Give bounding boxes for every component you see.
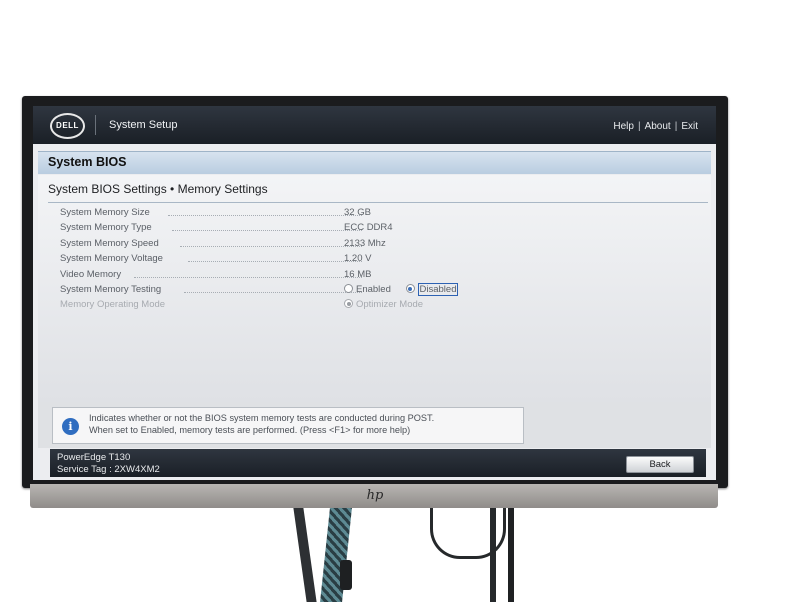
setting-label: System Memory Speed bbox=[60, 238, 159, 249]
help-box: i Indicates whether or not the BIOS syst… bbox=[52, 407, 524, 444]
page-header: System BIOS bbox=[38, 151, 711, 174]
cable-clip bbox=[340, 560, 352, 590]
leader-dots bbox=[172, 230, 362, 231]
footer-bar: PowerEdge T130 Service Tag : 2XW4XM2 Bac… bbox=[50, 449, 706, 477]
info-icon: i bbox=[62, 418, 79, 435]
cable bbox=[490, 508, 496, 602]
top-nav: Help | About | Exit bbox=[613, 121, 698, 132]
about-link[interactable]: About bbox=[645, 121, 671, 132]
nav-separator: | bbox=[674, 121, 678, 132]
bios-screen: DELL System Setup Help | About | Exit System… bbox=[33, 106, 716, 480]
leader-dots bbox=[188, 261, 362, 262]
nav-separator: | bbox=[637, 121, 641, 132]
setting-value: 32 GB bbox=[344, 207, 371, 218]
radio-checked-icon bbox=[344, 299, 353, 308]
setting-row-memory-voltage: System Memory Voltage 1.20 V bbox=[60, 253, 700, 268]
setting-label: System Memory Testing bbox=[60, 284, 162, 295]
radio-checked-icon[interactable] bbox=[405, 284, 415, 293]
setting-row-video-memory: Video Memory 16 MB bbox=[60, 269, 700, 284]
radio-unchecked-icon[interactable] bbox=[344, 284, 353, 293]
divider bbox=[95, 115, 96, 135]
setting-label: System Memory Voltage bbox=[60, 253, 163, 264]
setting-row-memory-testing: System Memory Testing Enabled Disabled bbox=[60, 283, 700, 299]
radio-label: Disabled bbox=[417, 283, 459, 296]
radio-label: Enabled bbox=[356, 284, 391, 295]
radio-label: Optimizer Mode bbox=[356, 299, 424, 310]
cable bbox=[508, 508, 514, 602]
setting-value: ECC DDR4 bbox=[344, 222, 393, 233]
help-line: Indicates whether or not the BIOS system… bbox=[89, 413, 435, 423]
radio-option-enabled[interactable]: Enabled bbox=[344, 284, 391, 295]
settings-panel: System BIOS Settings • Memory Settings S… bbox=[38, 175, 711, 402]
page-title: System BIOS bbox=[48, 155, 127, 169]
breadcrumb: System BIOS Settings • Memory Settings bbox=[48, 182, 268, 196]
setting-row-memory-size: System Memory Size 32 GB bbox=[60, 207, 700, 222]
system-model: PowerEdge T130 bbox=[57, 452, 131, 463]
setting-value: 1.20 V bbox=[344, 253, 372, 264]
cable bbox=[293, 508, 317, 602]
app-title: System Setup bbox=[109, 119, 178, 131]
setting-value: 16 MB bbox=[344, 269, 372, 280]
service-tag: Service Tag : 2XW4XM2 bbox=[57, 464, 160, 475]
setting-label: System Memory Type bbox=[60, 222, 152, 233]
memory-testing-radio-group: Enabled Disabled bbox=[344, 283, 470, 296]
leader-dots bbox=[180, 246, 362, 247]
dell-logo-icon: DELL bbox=[50, 113, 85, 139]
operating-mode-radio-group: Optimizer Mode bbox=[344, 299, 435, 310]
divider bbox=[48, 202, 708, 203]
back-button[interactable]: Back bbox=[626, 456, 694, 473]
exit-link[interactable]: Exit bbox=[681, 121, 698, 132]
radio-option-optimizer-mode: Optimizer Mode bbox=[344, 299, 423, 310]
setting-row-memory-type: System Memory Type ECC DDR4 bbox=[60, 222, 700, 237]
radio-option-disabled[interactable]: Disabled bbox=[405, 283, 459, 296]
help-link[interactable]: Help bbox=[613, 121, 634, 132]
setting-label: Video Memory bbox=[60, 269, 122, 280]
setting-row-memory-speed: System Memory Speed 2133 Mhz bbox=[60, 238, 700, 253]
top-bar: DELL System Setup Help | About | Exit bbox=[33, 106, 716, 144]
help-text: Indicates whether or not the BIOS system… bbox=[89, 412, 519, 436]
setting-row-memory-operating-mode: Memory Operating Mode Optimizer Mode bbox=[60, 299, 700, 314]
leader-dots bbox=[134, 277, 362, 278]
setting-label: Memory Operating Mode bbox=[60, 299, 166, 310]
leader-dots bbox=[184, 292, 362, 293]
leader-dots bbox=[168, 215, 362, 216]
hp-logo-icon: hp bbox=[366, 488, 384, 503]
help-line: When set to Enabled, memory tests are pe… bbox=[89, 425, 411, 435]
setting-label: System Memory Size bbox=[60, 207, 150, 218]
setting-value: 2133 Mhz bbox=[344, 238, 386, 249]
